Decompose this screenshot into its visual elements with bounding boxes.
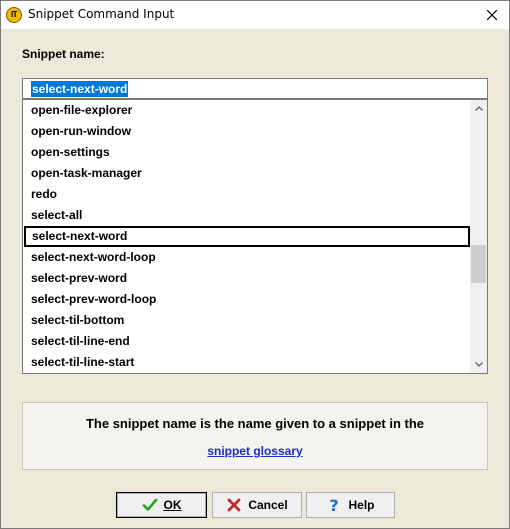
list-item[interactable]: select-next-word-loop xyxy=(23,247,472,268)
info-text: The snippet name is the name given to a … xyxy=(85,416,425,431)
list-item[interactable]: select-til-bottom xyxy=(23,310,472,331)
scroll-thumb[interactable] xyxy=(471,245,486,283)
list-item[interactable]: select-til-line-end xyxy=(23,331,472,352)
chevron-up-icon xyxy=(474,106,483,111)
cancel-button-label: Cancel xyxy=(248,498,288,512)
list-item[interactable]: open-run-window xyxy=(23,121,472,142)
chevron-down-icon xyxy=(474,362,483,367)
list-item[interactable]: select-all xyxy=(23,205,472,226)
list-item-selected[interactable]: select-next-word xyxy=(24,226,470,247)
help-info-panel: The snippet name is the name given to a … xyxy=(22,402,488,470)
help-button-label: Help xyxy=(348,498,375,512)
snippet-command-dialog: IT Snippet Command Input Snippet name: s… xyxy=(0,0,510,529)
list-item[interactable]: open-file-explorer xyxy=(23,100,472,121)
scroll-down-button[interactable] xyxy=(470,356,487,373)
svg-text:?: ? xyxy=(330,497,339,513)
snippet-name-value: select-next-word xyxy=(31,81,129,97)
list-item[interactable]: select-prev-word xyxy=(23,268,472,289)
list-item[interactable]: redo xyxy=(23,184,472,205)
snippet-listbox[interactable]: open-file-explorer open-run-window open-se… xyxy=(22,99,488,374)
help-button[interactable]: ? Help xyxy=(306,492,395,518)
snippet-name-label: Snippet name: xyxy=(22,47,105,61)
list-item[interactable]: open-settings xyxy=(23,142,472,163)
list-item[interactable]: select-til-line-start xyxy=(23,352,472,373)
list-item[interactable]: open-task-manager xyxy=(23,163,472,184)
question-mark-icon: ? xyxy=(326,497,342,513)
app-icon: IT xyxy=(6,7,22,23)
window-title: Snippet Command Input xyxy=(28,7,175,21)
title-bar[interactable]: IT Snippet Command Input xyxy=(1,1,509,29)
snippet-glossary-link[interactable]: snippet glossary xyxy=(23,444,487,458)
ok-button-label: OK xyxy=(163,498,182,512)
list-item[interactable]: select-prev-word-loop xyxy=(23,289,472,310)
cancel-x-icon xyxy=(226,497,242,513)
close-icon xyxy=(487,10,497,20)
snippet-name-input[interactable]: select-next-word xyxy=(22,78,488,99)
cancel-button[interactable]: Cancel xyxy=(212,492,302,518)
ok-button[interactable]: OK xyxy=(116,492,207,518)
vertical-scrollbar[interactable] xyxy=(470,100,487,373)
scroll-up-button[interactable] xyxy=(470,100,487,117)
close-button[interactable] xyxy=(475,1,509,29)
checkmark-icon xyxy=(142,497,158,513)
